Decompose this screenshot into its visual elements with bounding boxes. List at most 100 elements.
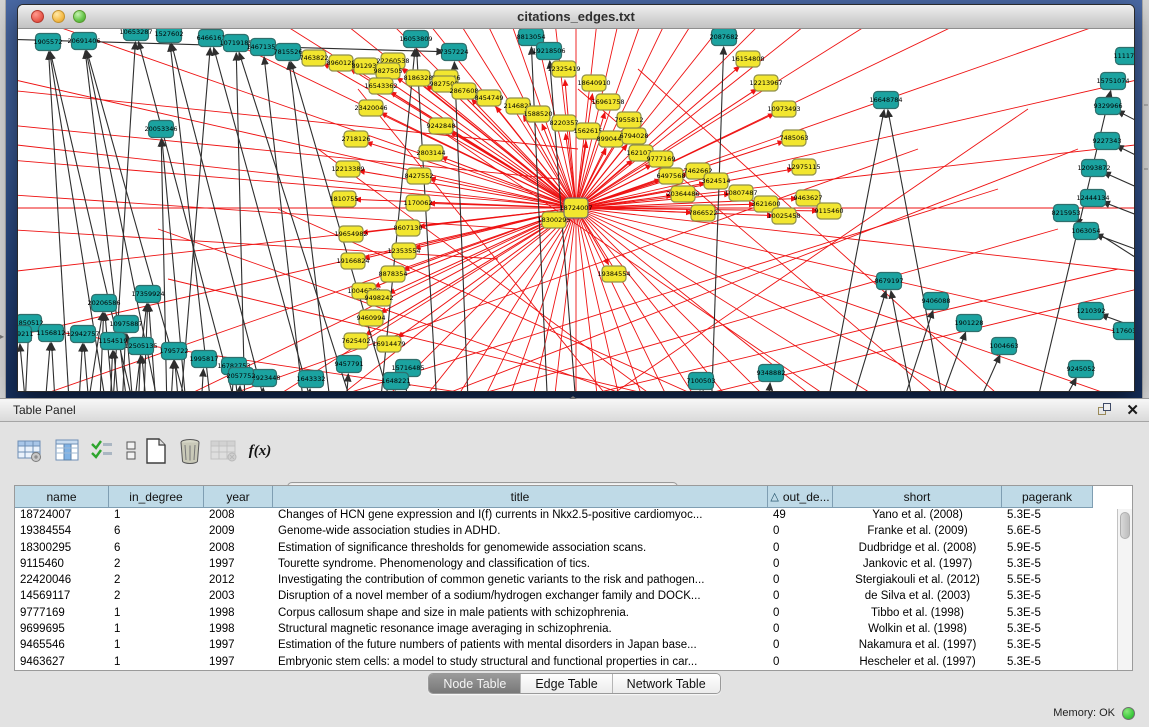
graph-node[interactable]: 8186328 <box>404 70 433 86</box>
graph-node[interactable]: 12444134 <box>1076 190 1109 207</box>
graph-node[interactable]: 19384554 <box>597 266 630 282</box>
column-header-in_degree[interactable]: in_degree <box>109 486 204 508</box>
graph-node[interactable]: 12975115 <box>787 159 820 175</box>
graph-node[interactable]: 9827505 <box>374 63 403 79</box>
graph-node[interactable]: 7955812 <box>615 112 644 128</box>
column-header-out_de[interactable]: △out_de... <box>768 486 833 508</box>
graph-node[interactable]: 9498242 <box>365 290 394 306</box>
tab-edge-table[interactable]: Edge Table <box>521 674 612 693</box>
graph-node[interactable]: 18724007 <box>559 198 592 218</box>
function-builder-icon[interactable]: f(x) <box>246 437 274 465</box>
graph-node[interactable]: 1111763 <box>1114 48 1135 65</box>
graph-node[interactable]: 8427552 <box>405 168 434 184</box>
graph-node[interactable]: 1170062 <box>404 195 433 211</box>
graph-node[interactable]: 1643332 <box>297 371 326 388</box>
splitter-grip[interactable] <box>1144 104 1148 106</box>
graph-node[interactable]: 6794028 <box>620 128 649 144</box>
window-titlebar[interactable]: citations_edges.txt <box>18 5 1134 29</box>
table-row[interactable]: 977716911998Corpus callosum shape and si… <box>15 606 1132 622</box>
graph-node[interactable]: 1156812 <box>37 325 66 342</box>
select-columns-icon[interactable] <box>88 437 116 465</box>
table-row[interactable]: 969969511998Structural magnetic resonanc… <box>15 622 1132 638</box>
graph-node[interactable]: 1648221 <box>382 373 411 390</box>
graph-node[interactable]: 9115460 <box>815 203 844 219</box>
graph-node[interactable]: 16543362 <box>364 78 397 94</box>
graph-node[interactable]: 12325419 <box>547 61 580 77</box>
graph-node[interactable]: 10653287 <box>119 29 152 41</box>
table-row[interactable]: 2242004622012Investigating the contribut… <box>15 573 1132 589</box>
graph-node[interactable]: 9227343 <box>1093 133 1122 150</box>
column-header-short[interactable]: short <box>833 486 1002 508</box>
column-header-pagerank[interactable]: pagerank <box>1002 486 1093 508</box>
graph-node[interactable]: 12213389 <box>331 161 364 177</box>
graph-node[interactable]: 8215953 <box>1052 205 1081 222</box>
new-table-icon[interactable] <box>142 437 170 465</box>
graph-node[interactable]: 16648784 <box>869 92 902 109</box>
graph-node[interactable]: 20691406 <box>67 33 100 50</box>
table-row[interactable]: 911546021997Tourette syndrome. Phenomeno… <box>15 557 1132 573</box>
float-panel-icon[interactable] <box>1098 403 1113 418</box>
graph-node[interactable]: 1210392 <box>1077 303 1106 320</box>
graph-node[interactable]: 7866522 <box>689 205 718 221</box>
graph-node[interactable]: 9457791 <box>335 356 364 373</box>
graph-node[interactable]: 1795722 <box>160 343 189 360</box>
graph-node[interactable]: 6497568 <box>657 168 686 184</box>
graph-node[interactable]: 8607130 <box>394 220 423 236</box>
graph-node[interactable]: 10975887 <box>109 316 142 333</box>
graph-node[interactable]: 1905572 <box>34 34 63 51</box>
graph-node[interactable]: 17359924 <box>131 286 164 303</box>
graph-node[interactable]: 9329966 <box>1094 98 1123 115</box>
graph-node[interactable]: 1154519 <box>99 333 128 350</box>
column-header-name[interactable]: name <box>15 486 109 508</box>
graph-node[interactable]: 2057752 <box>227 368 256 385</box>
table-scrollbar[interactable] <box>1117 509 1132 671</box>
table-row[interactable]: 1456911722003Disruption of a novel membe… <box>15 589 1132 605</box>
graph-node[interactable]: 20053346 <box>144 121 177 138</box>
graph-node[interactable]: 9406088 <box>922 293 951 310</box>
graph-node[interactable]: 12505135 <box>124 338 157 355</box>
graph-node[interactable]: 7357224 <box>440 44 469 61</box>
graph-node[interactable]: 7100503 <box>687 373 716 390</box>
graph-node[interactable]: 1004663 <box>990 338 1019 355</box>
graph-node[interactable]: 7463822 <box>300 50 329 66</box>
graph-node[interactable]: 9348882 <box>757 365 786 382</box>
network-canvas[interactable]: 1905572206914061065328715276026466161107… <box>18 29 1135 392</box>
column-header-title[interactable]: title <box>273 486 768 508</box>
table-settings-icon[interactable] <box>16 437 44 465</box>
graph-node[interactable]: 12093872 <box>1077 160 1110 177</box>
graph-node[interactable]: 10973493 <box>767 101 800 117</box>
graph-node[interactable]: 16961758 <box>591 94 624 110</box>
graph-node[interactable]: 1810755 <box>330 191 359 207</box>
graph-node[interactable]: 23420046 <box>354 100 387 116</box>
graph-node[interactable]: 20206586 <box>87 295 120 312</box>
graph-node[interactable]: 9242848 <box>427 118 456 134</box>
graph-node[interactable]: 1901228 <box>955 315 984 332</box>
graph-node[interactable]: 12942757 <box>66 326 99 343</box>
close-panel-icon[interactable]: ✕ <box>1126 401 1139 419</box>
graph-node[interactable]: 1995817 <box>190 351 219 368</box>
graph-node[interactable]: 9245052 <box>1067 361 1096 378</box>
graph-node[interactable]: 19218506 <box>532 43 565 60</box>
graph-node[interactable]: 16154808 <box>731 51 764 67</box>
graph-node[interactable]: 8878354 <box>379 266 408 282</box>
graph-node[interactable]: 19654982 <box>334 226 367 242</box>
graph-node[interactable]: 1063054 <box>1072 223 1101 240</box>
graph-node[interactable]: 3919211 <box>18 326 33 343</box>
table-row[interactable]: 946554611997Estimation of the future num… <box>15 638 1132 654</box>
table-row[interactable]: 1938455462009Genome-wide association stu… <box>15 524 1132 540</box>
graph-node[interactable]: 15751074 <box>1096 73 1129 90</box>
graph-node[interactable]: 10807487 <box>724 185 757 201</box>
graph-node[interactable]: 9777169 <box>647 151 676 167</box>
tab-network-table[interactable]: Network Table <box>613 674 720 693</box>
table-row[interactable]: 1872400712008Changes of HCN gene express… <box>15 508 1132 524</box>
graph-node[interactable]: 16914479 <box>372 336 405 352</box>
graph-node[interactable]: 20364486 <box>666 186 699 202</box>
graph-node[interactable]: 2087682 <box>710 29 739 46</box>
splitter-grip[interactable] <box>1144 168 1148 170</box>
graph-node[interactable]: 1588520 <box>524 106 553 122</box>
table-row[interactable]: 1830029562008Estimation of significance … <box>15 541 1132 557</box>
delete-rows-icon[interactable] <box>176 437 204 465</box>
graph-node[interactable]: 12213967 <box>749 75 782 91</box>
show-column-icon[interactable] <box>54 437 82 465</box>
graph-node[interactable]: 1176035 <box>1112 323 1135 340</box>
